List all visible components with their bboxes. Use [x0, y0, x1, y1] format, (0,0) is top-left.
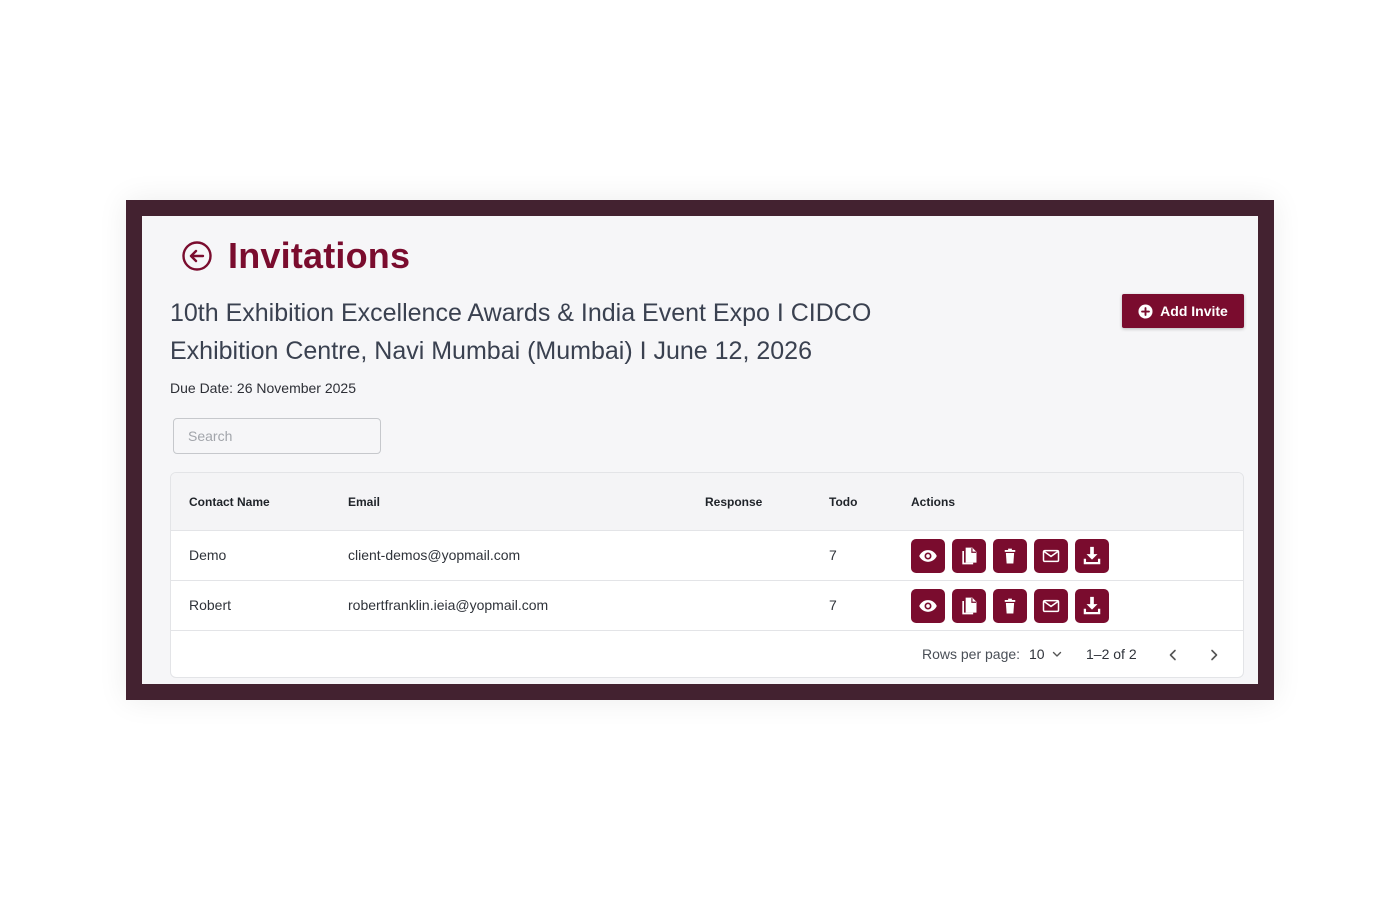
previous-page-button[interactable] — [1161, 643, 1185, 667]
arrow-left-circle-icon — [182, 241, 212, 271]
eye-icon — [919, 550, 937, 562]
view-button[interactable] — [911, 539, 945, 573]
email-button[interactable] — [1034, 589, 1068, 623]
trash-icon — [1004, 548, 1016, 564]
due-date: Due Date: 26 November 2025 — [170, 380, 356, 396]
column-header-email[interactable]: Email — [348, 495, 380, 509]
add-invite-label: Add Invite — [1160, 303, 1228, 319]
back-button[interactable] — [180, 239, 214, 273]
table-row[interactable]: Robert robertfranklin.ieia@yopmail.com 7 — [171, 581, 1243, 631]
cell-email: robertfranklin.ieia@yopmail.com — [348, 597, 549, 613]
chevron-left-icon — [1169, 649, 1176, 661]
rows-per-page-select[interactable]: 10 — [1029, 646, 1063, 662]
delete-button[interactable] — [993, 589, 1027, 623]
delete-button[interactable] — [993, 539, 1027, 573]
column-header-actions: Actions — [911, 495, 956, 509]
download-icon — [1083, 596, 1101, 615]
copy-icon — [962, 547, 977, 565]
cell-contact-name: Demo — [189, 547, 227, 563]
copy-button[interactable] — [952, 539, 986, 573]
row-actions — [911, 589, 1109, 623]
copy-icon — [962, 597, 977, 615]
cell-todo: 7 — [829, 547, 837, 563]
rows-per-page-label: Rows per page: — [922, 646, 1021, 662]
download-icon — [1083, 546, 1101, 565]
invitations-table: Contact Name Email Response Todo Actions… — [170, 472, 1244, 678]
table-row[interactable]: Demo client-demos@yopmail.com 7 — [171, 531, 1243, 581]
pagination-range: 1–2 of 2 — [1086, 646, 1137, 662]
next-page-button[interactable] — [1202, 643, 1226, 667]
page-title: Invitations — [228, 235, 411, 276]
page-header: Invitations — [180, 234, 410, 278]
eye-icon — [919, 600, 937, 612]
copy-button[interactable] — [952, 589, 986, 623]
email-button[interactable] — [1034, 539, 1068, 573]
column-header-todo[interactable]: Todo — [829, 495, 857, 509]
chevron-right-icon — [1211, 649, 1218, 661]
column-header-contact-name[interactable]: Contact Name — [189, 495, 270, 509]
cell-contact-name: Robert — [189, 597, 232, 613]
row-actions — [911, 539, 1109, 573]
plus-circle-icon — [1138, 303, 1153, 319]
download-button[interactable] — [1075, 539, 1109, 573]
pagination: Rows per page: 10 1–2 of 2 — [171, 631, 1243, 677]
mail-icon — [1042, 549, 1060, 563]
search-input[interactable] — [173, 418, 381, 454]
window-frame: Invitations 10th Exhibition Excellence A… — [126, 200, 1274, 700]
screen: Invitations 10th Exhibition Excellence A… — [0, 0, 1400, 900]
chevron-down-icon — [1052, 651, 1061, 657]
column-header-response[interactable]: Response — [705, 495, 762, 509]
cell-todo: 7 — [829, 597, 837, 613]
rows-per-page-value: 10 — [1029, 646, 1045, 662]
cell-email: client-demos@yopmail.com — [348, 547, 521, 563]
mail-icon — [1042, 599, 1060, 613]
view-button[interactable] — [911, 589, 945, 623]
table-header: Contact Name Email Response Todo Actions — [171, 473, 1243, 531]
download-button[interactable] — [1075, 589, 1109, 623]
trash-icon — [1004, 598, 1016, 614]
add-invite-button[interactable]: Add Invite — [1122, 294, 1244, 328]
event-title: 10th Exhibition Excellence Awards & Indi… — [170, 299, 872, 365]
invitations-panel: Invitations 10th Exhibition Excellence A… — [142, 216, 1258, 684]
